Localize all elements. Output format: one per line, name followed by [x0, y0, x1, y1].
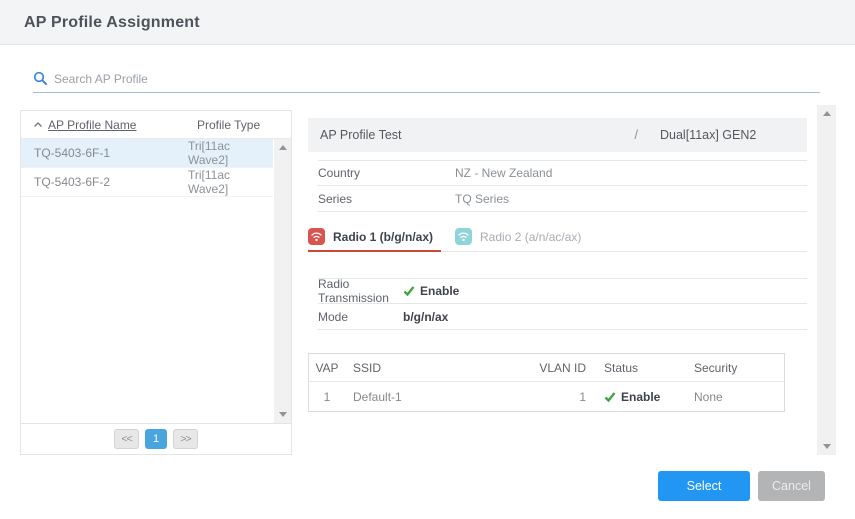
column-header-ap-profile-name[interactable]: AP Profile Name: [48, 118, 136, 132]
vap-header: VAP: [309, 361, 345, 375]
profile-detail-model: Dual[11ax] GEN2: [638, 128, 795, 142]
vap-table: VAP SSID VLAN ID Status Security 1 Defau…: [308, 353, 785, 412]
status-header: Status: [592, 361, 684, 375]
ssid-header: SSID: [345, 361, 522, 375]
column-header-profile-type: Profile Type: [197, 118, 260, 132]
radio-transmission-label: Radio Transmission: [318, 277, 403, 305]
radio-tabs: Radio 1 (b/g/n/ax) Radio 2 (a/n/ac/ax): [308, 222, 807, 252]
profile-detail-titlebar: AP Profile Test / Dual[11ax] GEN2: [308, 118, 807, 152]
scroll-down-icon[interactable]: [279, 412, 287, 417]
profile-row[interactable]: TQ-5403-6F-2 Tri[11ac Wave2]: [21, 168, 273, 197]
mode-row: Mode b/g/n/ax: [318, 304, 807, 330]
vap-table-header: VAP SSID VLAN ID Status Security: [309, 354, 784, 382]
profile-info-section: Country NZ - New Zealand Series TQ Serie…: [308, 160, 807, 212]
info-row-series: Series TQ Series: [318, 186, 807, 212]
tab-radio-2[interactable]: Radio 2 (a/n/ac/ax): [449, 222, 597, 251]
info-row-country: Country NZ - New Zealand: [318, 160, 807, 186]
series-value: TQ Series: [455, 192, 509, 206]
sort-ascending-icon: [33, 121, 43, 128]
scroll-down-icon[interactable]: [823, 444, 831, 449]
radio1-wifi-icon: [308, 228, 325, 245]
profile-name: TQ-5403-6F-1: [34, 146, 110, 160]
radio-settings-section: Radio Transmission Enable Mode b/g/n/ax: [308, 278, 807, 330]
mode-label: Mode: [318, 310, 403, 324]
check-icon: [604, 391, 616, 403]
search-bar: [33, 65, 820, 93]
profile-type: Tri[11ac Wave2]: [188, 168, 273, 196]
vlan-id-cell: 1: [522, 390, 592, 404]
country-label: Country: [318, 166, 455, 180]
pagination-prev-button[interactable]: <<: [114, 429, 139, 449]
security-header: Security: [684, 361, 784, 375]
scroll-up-icon[interactable]: [823, 111, 831, 116]
ssid-cell: Default-1: [345, 390, 522, 404]
profile-type: Tri[11ac Wave2]: [188, 139, 273, 167]
tab-radio-1[interactable]: Radio 1 (b/g/n/ax): [308, 222, 449, 251]
pagination-page-1-button[interactable]: 1: [145, 429, 167, 449]
radio-transmission-row: Radio Transmission Enable: [318, 278, 807, 304]
tab-radio-2-label: Radio 2 (a/n/ac/ax): [480, 230, 581, 244]
select-button[interactable]: Select: [658, 471, 750, 501]
vlan-id-header: VLAN ID: [522, 361, 592, 375]
profile-list-body: TQ-5403-6F-1 Tri[11ac Wave2] TQ-5403-6F-…: [21, 139, 291, 423]
vap-cell: 1: [309, 390, 345, 404]
status-cell: Enable: [592, 390, 684, 404]
page-title: AP Profile Assignment: [24, 0, 200, 45]
status-value: Enable: [621, 390, 660, 404]
cancel-button[interactable]: Cancel: [758, 471, 825, 501]
profile-detail-name: AP Profile Test: [320, 128, 635, 142]
pagination-next-button[interactable]: >>: [173, 429, 198, 449]
profile-row-selected[interactable]: TQ-5403-6F-1 Tri[11ac Wave2]: [21, 139, 273, 168]
radio2-wifi-icon: [455, 228, 472, 245]
profile-list-header: AP Profile Name Profile Type: [21, 111, 291, 139]
series-label: Series: [318, 192, 455, 206]
scroll-up-icon[interactable]: [279, 145, 287, 150]
vap-table-row: 1 Default-1 1 Enable None: [309, 382, 784, 411]
profile-list-scrollbar[interactable]: [274, 139, 291, 423]
dialog-header: AP Profile Assignment: [0, 0, 855, 45]
profile-name: TQ-5403-6F-2: [34, 175, 110, 189]
security-cell: None: [684, 390, 784, 404]
profile-detail-panel: AP Profile Test / Dual[11ax] GEN2 Countr…: [292, 105, 836, 455]
pagination: << 1 >>: [21, 423, 291, 454]
check-icon: [403, 285, 415, 297]
radio-transmission-value: Enable: [420, 284, 459, 298]
profile-list-panel: AP Profile Name Profile Type TQ-5403-6F-…: [20, 110, 292, 455]
search-icon: [33, 71, 48, 86]
search-input[interactable]: [54, 72, 820, 86]
ap-profile-assignment-dialog: AP Profile Assignment AP Profile Name Pr…: [0, 0, 855, 519]
tab-radio-1-label: Radio 1 (b/g/n/ax): [333, 230, 433, 244]
country-value: NZ - New Zealand: [455, 166, 552, 180]
detail-scrollbar[interactable]: [817, 105, 836, 455]
mode-value: b/g/n/ax: [403, 310, 448, 324]
